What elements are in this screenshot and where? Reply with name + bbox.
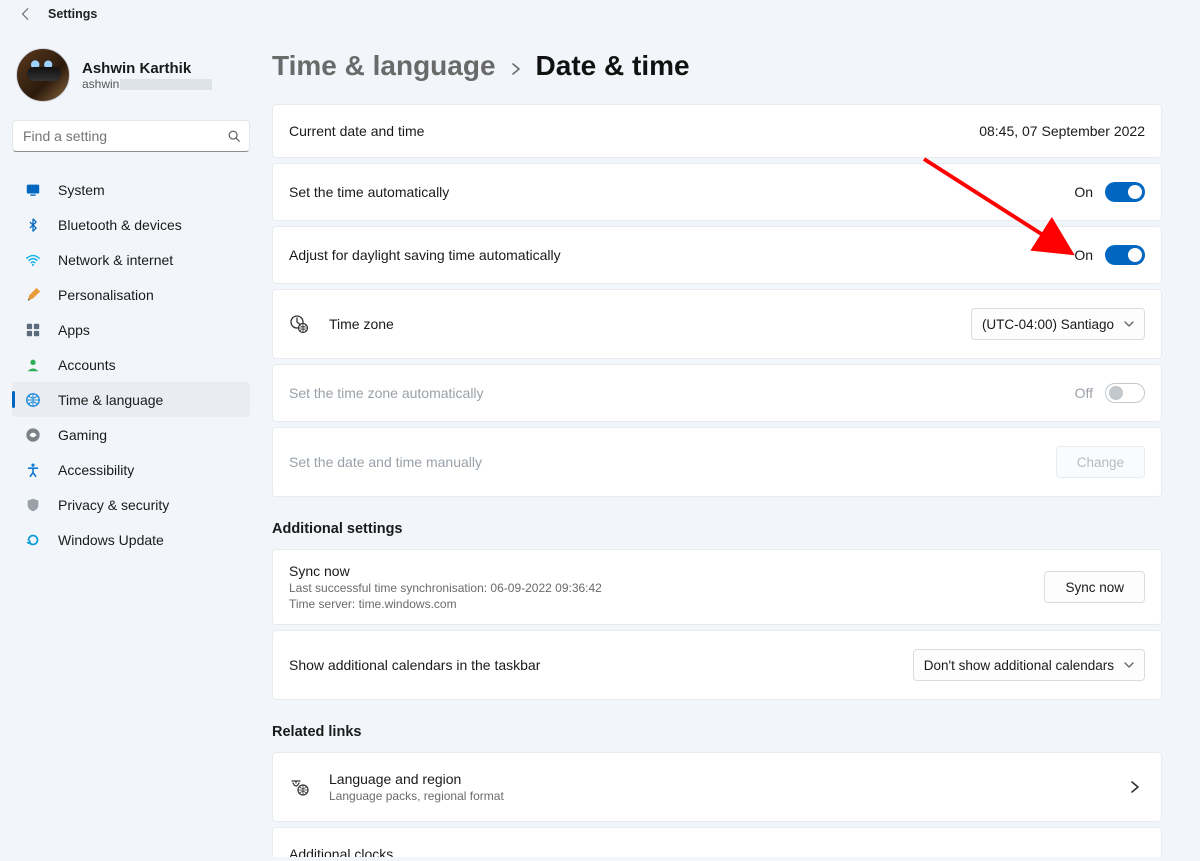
sidebar-item-accessibility[interactable]: Accessibility (12, 452, 250, 487)
dst-state: On (1074, 247, 1093, 263)
sidebar-item-apps[interactable]: Apps (12, 312, 250, 347)
manual-datetime-label: Set the date and time manually (289, 454, 482, 470)
dst-row: Adjust for daylight saving time automati… (272, 226, 1162, 284)
chevron-down-icon (1124, 660, 1134, 670)
sidebar-item-label: Bluetooth & devices (58, 217, 182, 233)
related-links-heading: Related links (272, 724, 1162, 740)
sidebar-item-label: System (58, 182, 105, 198)
sidebar-item-system[interactable]: System (12, 172, 250, 207)
person-icon (24, 356, 42, 374)
chevron-right-icon (510, 63, 522, 75)
sidebar: Ashwin Karthik ashwin System Bluetooth &… (0, 22, 262, 857)
current-datetime-value: 08:45, 07 September 2022 (979, 123, 1145, 139)
sidebar-item-label: Accessibility (58, 462, 134, 478)
breadcrumb-parent[interactable]: Time & language (272, 50, 496, 82)
wifi-icon (24, 251, 42, 269)
sidebar-item-personalisation[interactable]: Personalisation (12, 277, 250, 312)
page-title: Date & time (536, 50, 690, 82)
manual-datetime-row: Set the date and time manually Change (272, 427, 1162, 497)
auto-time-state: On (1074, 184, 1093, 200)
additional-calendars-dropdown[interactable]: Don't show additional calendars (913, 649, 1145, 681)
auto-time-control: On (1074, 182, 1145, 202)
language-region-link[interactable]: Language and region Language packs, regi… (272, 752, 1162, 822)
additional-calendars-label: Show additional calendars in the taskbar (289, 657, 540, 673)
current-datetime-label: Current date and time (289, 123, 424, 139)
apps-icon (24, 321, 42, 339)
sidebar-item-bluetooth[interactable]: Bluetooth & devices (12, 207, 250, 242)
auto-time-label: Set the time automatically (289, 184, 449, 200)
sidebar-item-label: Personalisation (58, 287, 154, 303)
sync-row: Sync now Last successful time synchronis… (272, 549, 1162, 625)
bluetooth-icon (24, 216, 42, 234)
update-icon (24, 531, 42, 549)
auto-time-toggle[interactable] (1105, 182, 1145, 202)
auto-time-row: Set the time automatically On (272, 163, 1162, 221)
back-button[interactable] (18, 6, 34, 22)
avatar (16, 48, 70, 102)
titlebar: Settings (0, 0, 1200, 22)
timezone-value: (UTC-04:00) Santiago (982, 317, 1114, 332)
sidebar-item-gaming[interactable]: Gaming (12, 417, 250, 452)
sidebar-item-network[interactable]: Network & internet (12, 242, 250, 277)
sidebar-item-label: Apps (58, 322, 90, 338)
sync-last: Last successful time synchronisation: 06… (289, 581, 602, 595)
paint-icon (24, 286, 42, 304)
timezone-row: Time zone (UTC-04:00) Santiago (272, 289, 1162, 359)
chevron-right-icon (1125, 777, 1145, 797)
sidebar-item-label: Network & internet (58, 252, 173, 268)
main-content: Time & language Date & time Current date… (262, 22, 1200, 857)
sidebar-item-privacy[interactable]: Privacy & security (12, 487, 250, 522)
additional-settings-heading: Additional settings (272, 521, 1162, 537)
auto-timezone-toggle (1105, 383, 1145, 403)
sidebar-item-time-language[interactable]: Time & language (12, 382, 250, 417)
language-icon (289, 777, 309, 797)
shield-icon (24, 496, 42, 514)
user-name: Ashwin Karthik (82, 60, 212, 77)
user-email: ashwin (82, 77, 212, 91)
search-box[interactable] (12, 120, 250, 152)
dst-toggle[interactable] (1105, 245, 1145, 265)
language-region-sub: Language packs, regional format (329, 789, 504, 803)
search-input[interactable] (23, 128, 227, 144)
timezone-label: Time zone (329, 316, 394, 332)
sidebar-item-label: Accounts (58, 357, 116, 373)
user-panel[interactable]: Ashwin Karthik ashwin (12, 34, 250, 120)
additional-calendars-row: Show additional calendars in the taskbar… (272, 630, 1162, 700)
additional-calendars-value: Don't show additional calendars (924, 658, 1114, 673)
sidebar-item-windows-update[interactable]: Windows Update (12, 522, 250, 557)
additional-clocks-link[interactable]: Additional clocks Clocks for different t… (272, 827, 1162, 857)
sidebar-item-accounts[interactable]: Accounts (12, 347, 250, 382)
sidebar-item-label: Gaming (58, 427, 107, 443)
auto-timezone-label: Set the time zone automatically (289, 385, 484, 401)
auto-timezone-control: Off (1075, 383, 1145, 403)
auto-timezone-row: Set the time zone automatically Off (272, 364, 1162, 422)
change-button: Change (1056, 446, 1145, 478)
accessibility-icon (24, 461, 42, 479)
sidebar-item-label: Windows Update (58, 532, 164, 548)
auto-timezone-state: Off (1075, 385, 1093, 401)
sync-now-button[interactable]: Sync now (1044, 571, 1145, 603)
sync-server: Time server: time.windows.com (289, 597, 602, 611)
gaming-icon (24, 426, 42, 444)
additional-clocks-title: Additional clocks (289, 846, 450, 857)
sidebar-item-label: Time & language (58, 392, 163, 408)
globe-clock-icon (24, 391, 42, 409)
current-datetime-row: Current date and time 08:45, 07 Septembe… (272, 104, 1162, 158)
open-external-icon (1125, 852, 1145, 857)
dst-label: Adjust for daylight saving time automati… (289, 247, 561, 263)
search-icon (227, 129, 241, 143)
system-icon (24, 181, 42, 199)
dst-control: On (1074, 245, 1145, 265)
sync-title: Sync now (289, 563, 602, 579)
breadcrumb: Time & language Date & time (272, 50, 1162, 82)
sidebar-item-label: Privacy & security (58, 497, 169, 513)
language-region-title: Language and region (329, 771, 504, 787)
timezone-icon (289, 314, 309, 334)
nav: System Bluetooth & devices Network & int… (12, 172, 250, 557)
timezone-dropdown[interactable]: (UTC-04:00) Santiago (971, 308, 1145, 340)
chevron-down-icon (1124, 319, 1134, 329)
app-title: Settings (48, 7, 97, 21)
